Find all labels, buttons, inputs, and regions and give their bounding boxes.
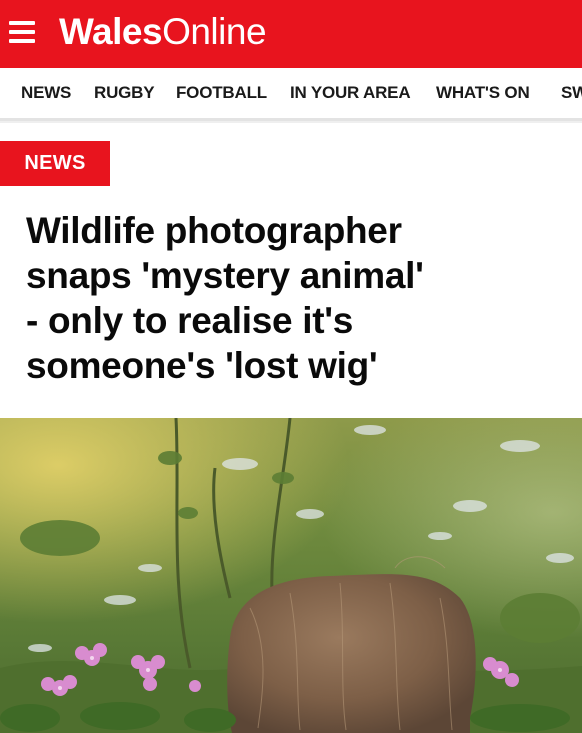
category-badge[interactable]: NEWS xyxy=(0,141,110,186)
header-divider xyxy=(0,121,582,123)
nav-item-news[interactable]: NEWS xyxy=(21,83,71,103)
hamburger-menu-icon[interactable] xyxy=(9,21,35,43)
site-header: Wales Online xyxy=(0,0,582,68)
article-headline: Wildlife photographer snaps 'mystery anim… xyxy=(26,208,566,388)
article-hero-image[interactable] xyxy=(0,418,582,733)
headline-line: snaps 'mystery animal' xyxy=(26,255,424,296)
nav-item-sw[interactable]: SW xyxy=(561,83,582,103)
nav-item-football[interactable]: FOOTBALL xyxy=(176,83,267,103)
site-logo[interactable]: Wales Online xyxy=(59,11,267,55)
headline-line: someone's 'lost wig' xyxy=(26,345,378,386)
nav-item-whats-on[interactable]: WHAT'S ON xyxy=(436,83,530,103)
nav-item-rugby[interactable]: RUGBY xyxy=(94,83,155,103)
main-nav: NEWS RUGBY FOOTBALL IN YOUR AREA WHAT'S … xyxy=(0,68,582,121)
logo-online: Online xyxy=(162,11,267,52)
logo-wales: Wales xyxy=(59,11,163,52)
headline-line: - only to realise it's xyxy=(26,300,354,341)
nav-item-in-your-area[interactable]: IN YOUR AREA xyxy=(290,83,411,103)
headline-line: Wildlife photographer xyxy=(26,210,402,251)
